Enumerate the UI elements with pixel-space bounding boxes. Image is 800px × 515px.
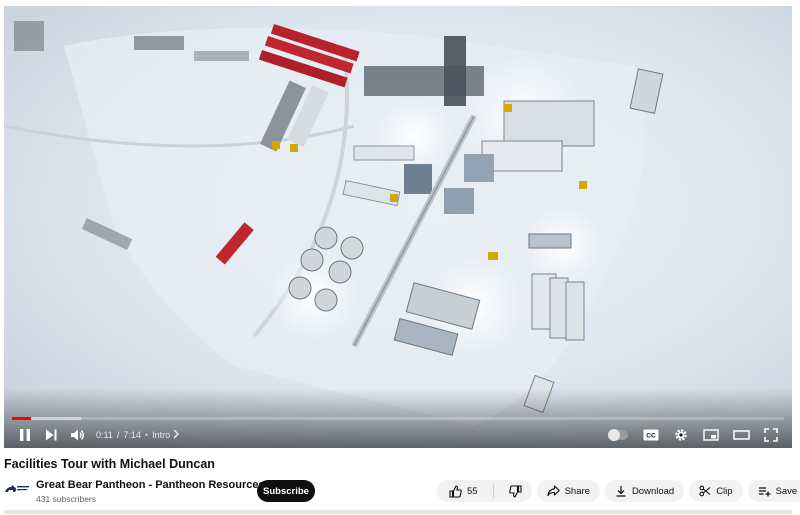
- time-display: 0:11 / 7:14 • Intro: [96, 429, 180, 441]
- time-separator: /: [116, 430, 120, 440]
- clip-button[interactable]: Clip: [689, 480, 743, 502]
- scissors-icon: [699, 485, 711, 497]
- action-bar: 55 Share Download Clip Save: [437, 480, 800, 502]
- fullscreen-icon: [764, 428, 778, 442]
- clip-label: Clip: [716, 485, 733, 497]
- save-label: Save: [775, 485, 798, 497]
- playlist-add-icon: [758, 486, 771, 497]
- channel-name[interactable]: Great Bear Pantheon - Pantheon Resources…: [36, 479, 284, 491]
- download-button[interactable]: Download: [604, 480, 685, 502]
- video-frame[interactable]: [4, 6, 792, 448]
- theater-icon: [732, 429, 750, 441]
- progress-bar[interactable]: [12, 417, 784, 420]
- like-dislike-group: 55: [437, 480, 532, 502]
- pause-button[interactable]: [12, 423, 38, 447]
- channel-avatar[interactable]: [4, 480, 30, 498]
- chapter-button[interactable]: Intro: [152, 429, 180, 441]
- miniplayer-button[interactable]: [698, 423, 724, 447]
- thumbs-down-icon: [508, 484, 522, 498]
- chapter-separator-dot: •: [144, 430, 149, 440]
- controls-right: CC: [608, 422, 784, 448]
- captions-button[interactable]: CC: [638, 423, 664, 447]
- current-time: 0:11: [96, 430, 113, 440]
- player-controls: 0:11 / 7:14 • Intro CC: [4, 422, 792, 448]
- like-divider: [492, 484, 494, 498]
- download-icon: [615, 485, 627, 497]
- video-title: Facilities Tour with Michael Duncan: [4, 457, 215, 471]
- volume-icon: [70, 428, 85, 442]
- aerial-oil-facility-image: [4, 6, 792, 448]
- autoplay-knob: [608, 429, 620, 441]
- svg-text:CC: CC: [646, 433, 656, 440]
- next-button[interactable]: [38, 423, 64, 447]
- share-button[interactable]: Share: [536, 480, 600, 502]
- theater-button[interactable]: [728, 423, 754, 447]
- description-panel-edge: [4, 510, 792, 514]
- download-label: Download: [631, 485, 675, 497]
- next-icon: [44, 428, 58, 442]
- save-button[interactable]: Save: [747, 480, 800, 502]
- share-label: Share: [564, 485, 590, 497]
- chapter-title: Intro: [152, 430, 171, 440]
- subscribe-button[interactable]: Subscribe: [257, 480, 315, 502]
- pause-icon: [18, 428, 32, 442]
- duration: 7:14: [123, 430, 141, 440]
- miniplayer-icon: [703, 429, 719, 441]
- like-button[interactable]: 55: [437, 480, 488, 502]
- dislike-button[interactable]: [499, 480, 532, 502]
- video-player[interactable]: 0:11 / 7:14 • Intro CC: [4, 6, 792, 448]
- settings-button[interactable]: [668, 423, 694, 447]
- gear-icon: [674, 428, 688, 442]
- autoplay-toggle[interactable]: [608, 429, 628, 441]
- chevron-right-icon: [172, 429, 180, 441]
- progress-played: [12, 417, 31, 420]
- volume-button[interactable]: [64, 423, 90, 447]
- subscriber-count: 431 subscribers: [36, 494, 97, 504]
- great-bear-logo: [5, 485, 29, 492]
- share-icon: [547, 485, 560, 497]
- thumbs-up-icon: [449, 484, 462, 498]
- fullscreen-button[interactable]: [758, 423, 784, 447]
- like-count: 55: [467, 485, 478, 497]
- captions-icon: CC: [643, 429, 659, 441]
